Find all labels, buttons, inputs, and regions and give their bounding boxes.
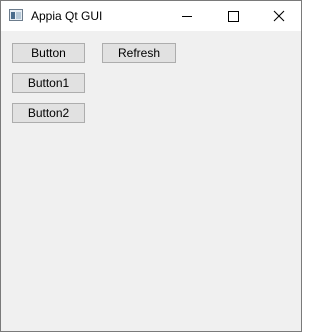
maximize-icon xyxy=(227,10,239,22)
refresh-button[interactable]: Refresh xyxy=(102,43,176,63)
window-title: Appia Qt GUI xyxy=(31,9,103,23)
app-window: Appia Qt GUI Button Refresh Button1 Butt… xyxy=(0,0,302,332)
close-button[interactable] xyxy=(256,1,302,31)
button-button[interactable]: Button xyxy=(12,43,85,63)
button2-button[interactable]: Button2 xyxy=(12,103,85,123)
button1-button[interactable]: Button1 xyxy=(12,73,85,93)
minimize-icon xyxy=(182,15,192,17)
title-bar[interactable]: Appia Qt GUI xyxy=(1,1,301,31)
app-window-icon xyxy=(9,9,23,21)
close-icon xyxy=(273,10,285,22)
maximize-button[interactable] xyxy=(210,1,256,31)
minimize-button[interactable] xyxy=(164,1,210,31)
client-area: Button Refresh Button1 Button2 xyxy=(1,32,301,331)
